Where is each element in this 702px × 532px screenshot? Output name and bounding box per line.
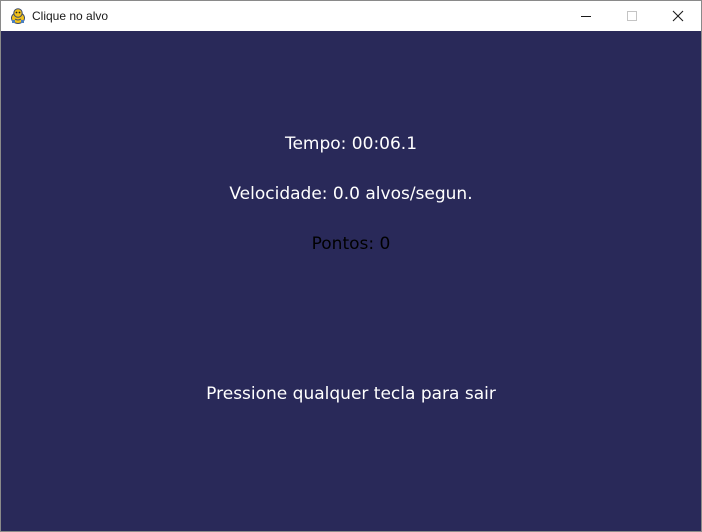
time-display: Tempo: 00:06.1 — [284, 134, 418, 154]
minimize-icon — [581, 16, 591, 17]
maximize-icon — [627, 11, 637, 21]
close-icon — [672, 10, 684, 22]
app-window: Clique no alvo Tempo: 00:06.1 Velocidade… — [0, 0, 702, 532]
window-title: Clique no alvo — [32, 9, 109, 23]
game-canvas[interactable]: Tempo: 00:06.1 Velocidade: 0.0 alvos/seg… — [1, 31, 701, 531]
exit-prompt: Pressione qualquer tecla para sair — [206, 384, 496, 404]
pygame-snake-icon — [9, 7, 27, 25]
speed-display: Velocidade: 0.0 alvos/segun. — [229, 184, 473, 204]
close-button[interactable] — [655, 1, 701, 31]
points-display: Pontos: 0 — [311, 234, 391, 254]
maximize-button[interactable] — [609, 1, 655, 31]
minimize-button[interactable] — [563, 1, 609, 31]
title-bar[interactable]: Clique no alvo — [1, 1, 701, 31]
